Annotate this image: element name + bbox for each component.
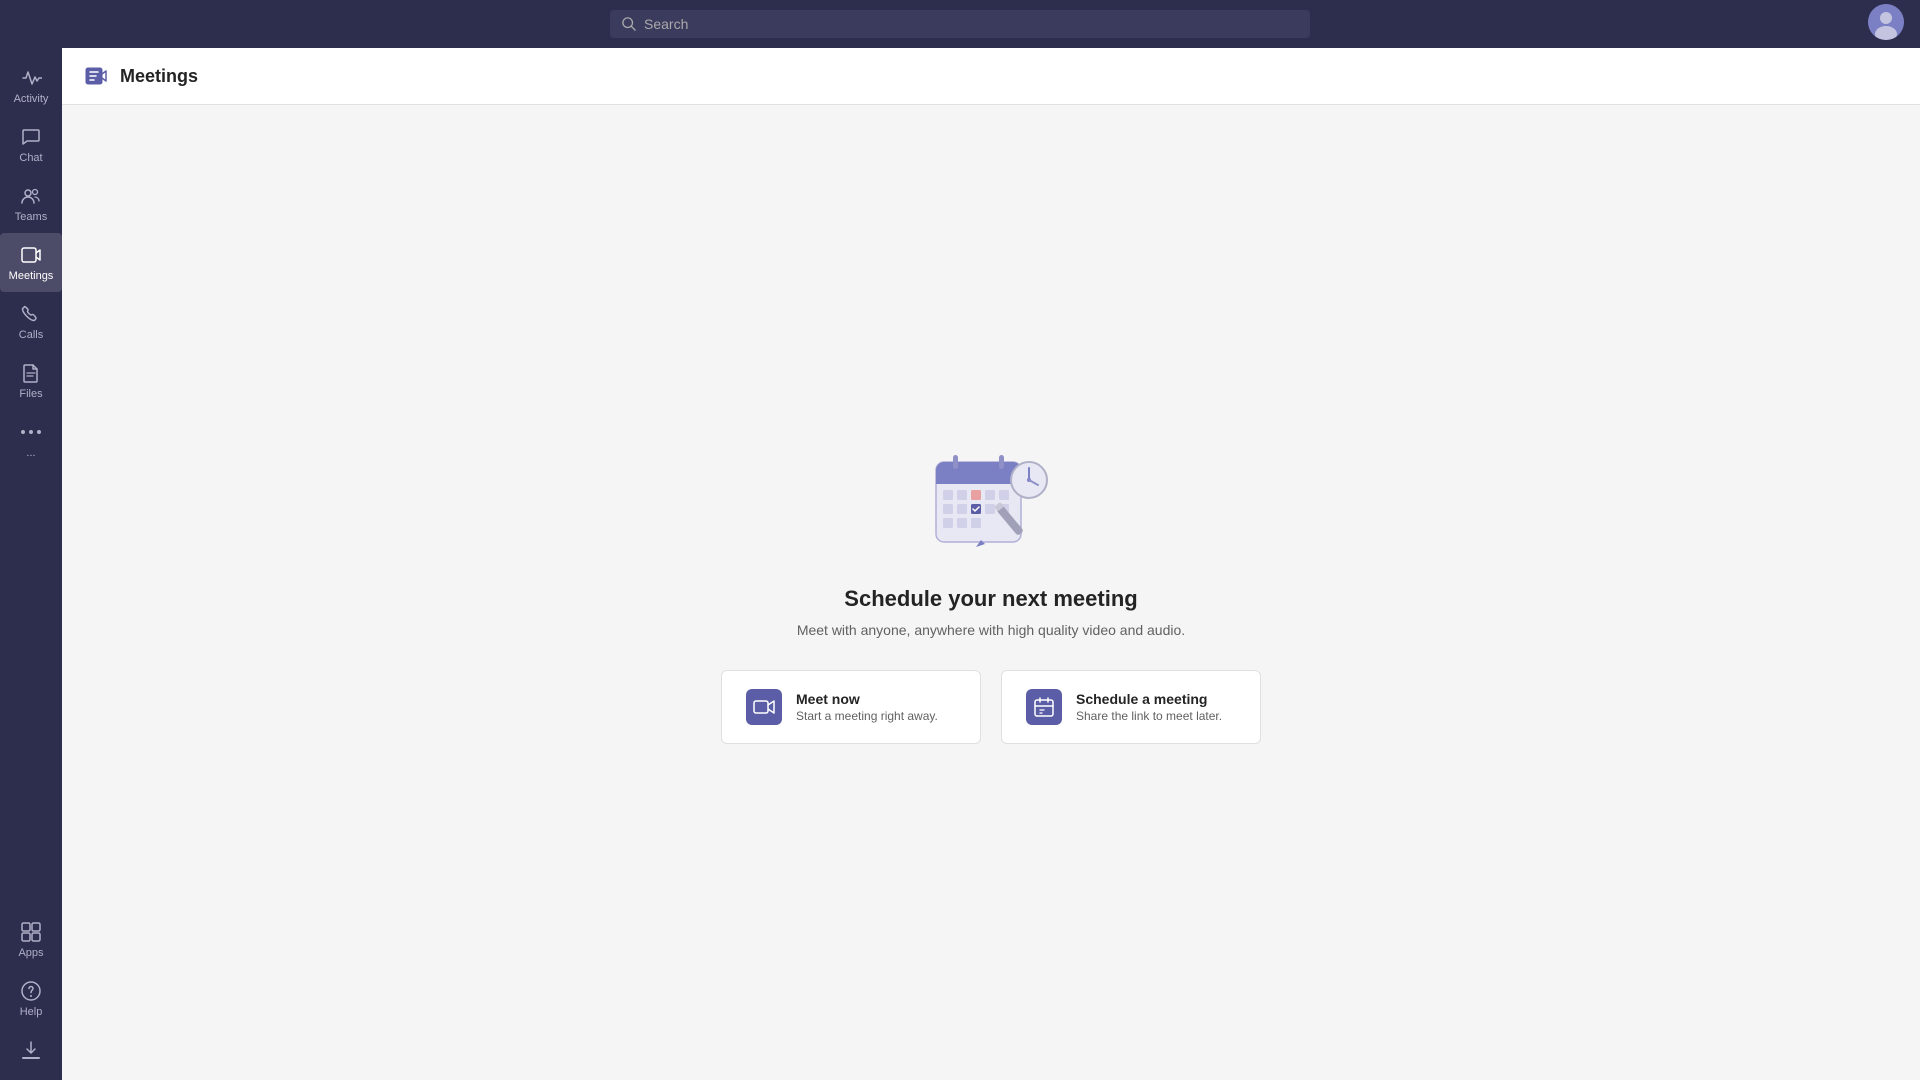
schedule-meeting-card[interactable]: Schedule a meeting Share the link to mee… bbox=[1001, 670, 1261, 744]
sidebar-item-label: ... bbox=[26, 447, 35, 459]
more-icon bbox=[19, 420, 43, 444]
action-cards: Meet now Start a meeting right away. bbox=[721, 670, 1261, 744]
chat-icon bbox=[19, 125, 43, 149]
sidebar-item-teams[interactable]: Teams bbox=[0, 174, 62, 233]
teams-icon bbox=[19, 184, 43, 208]
activity-icon bbox=[19, 66, 43, 90]
main-content: Schedule your next meeting Meet with any… bbox=[62, 105, 1920, 1080]
main-subtext: Meet with anyone, anywhere with high qua… bbox=[797, 622, 1185, 638]
schedule-title: Schedule a meeting bbox=[1076, 691, 1222, 707]
search-input[interactable] bbox=[644, 16, 1298, 32]
meet-now-title: Meet now bbox=[796, 691, 938, 707]
sidebar: Activity Chat Teams bbox=[0, 48, 62, 1080]
sidebar-item-help[interactable]: Help bbox=[0, 969, 62, 1028]
search-box[interactable] bbox=[610, 10, 1310, 38]
sidebar-item-label: Chat bbox=[19, 152, 42, 164]
sidebar-item-label: Activity bbox=[14, 93, 49, 105]
schedule-text: Schedule a meeting Share the link to mee… bbox=[1076, 691, 1222, 723]
sidebar-item-download[interactable] bbox=[0, 1028, 62, 1072]
search-icon bbox=[622, 17, 636, 31]
sidebar-item-label: Meetings bbox=[9, 270, 54, 282]
files-icon bbox=[19, 361, 43, 385]
sidebar-item-label: Apps bbox=[18, 947, 43, 959]
schedule-subtitle: Share the link to meet later. bbox=[1076, 709, 1222, 723]
sidebar-item-files[interactable]: Files bbox=[0, 351, 62, 410]
main-layout: Activity Chat Teams bbox=[0, 48, 1920, 1080]
apps-icon bbox=[19, 920, 43, 944]
avatar[interactable] bbox=[1868, 4, 1904, 40]
calls-icon bbox=[19, 302, 43, 326]
sidebar-item-calls[interactable]: Calls bbox=[0, 292, 62, 351]
sidebar-item-label: Calls bbox=[19, 329, 43, 341]
sidebar-item-label: Files bbox=[19, 388, 42, 400]
meet-now-subtitle: Start a meeting right away. bbox=[796, 709, 938, 723]
sidebar-item-label: Help bbox=[20, 1006, 43, 1018]
sidebar-item-meetings[interactable]: Meetings bbox=[0, 233, 62, 292]
schedule-icon bbox=[1026, 689, 1062, 725]
sidebar-item-more[interactable]: ... bbox=[0, 410, 62, 469]
page-header: Meetings bbox=[62, 48, 1920, 105]
meet-now-icon bbox=[746, 689, 782, 725]
content-area: Meetings bbox=[62, 48, 1920, 1080]
meetings-header-icon bbox=[82, 62, 110, 90]
download-icon bbox=[19, 1038, 43, 1062]
schedule-illustration bbox=[921, 442, 1061, 562]
sidebar-item-label: Teams bbox=[15, 211, 47, 223]
meetings-icon bbox=[19, 243, 43, 267]
top-bar bbox=[0, 0, 1920, 48]
main-heading: Schedule your next meeting bbox=[844, 586, 1137, 612]
sidebar-item-apps[interactable]: Apps bbox=[0, 910, 62, 969]
sidebar-item-chat[interactable]: Chat bbox=[0, 115, 62, 174]
meet-now-card[interactable]: Meet now Start a meeting right away. bbox=[721, 670, 981, 744]
sidebar-item-activity[interactable]: Activity bbox=[0, 56, 62, 115]
page-title: Meetings bbox=[120, 66, 198, 87]
meet-now-text: Meet now Start a meeting right away. bbox=[796, 691, 938, 723]
avatar-image bbox=[1868, 4, 1904, 40]
help-icon bbox=[19, 979, 43, 1003]
